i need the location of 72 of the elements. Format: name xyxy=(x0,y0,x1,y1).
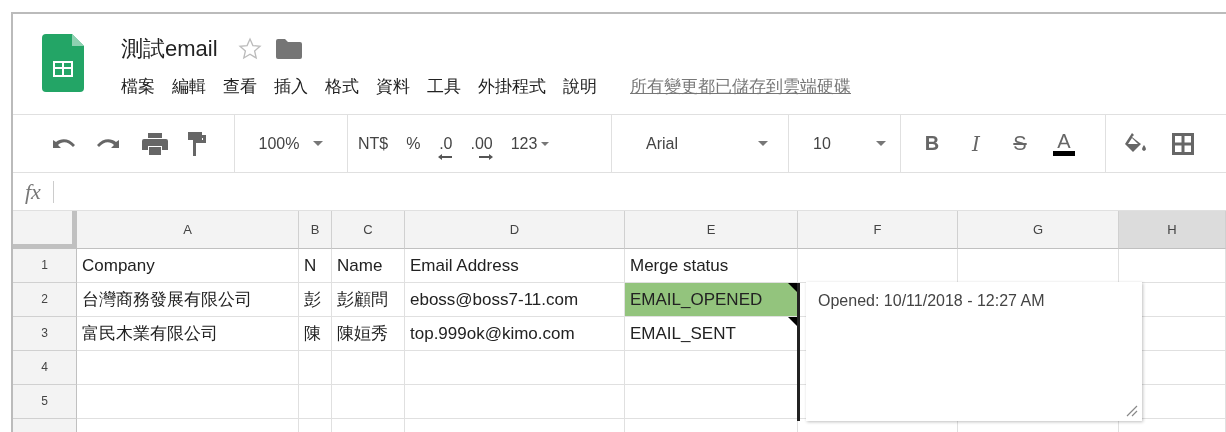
borders-icon[interactable] xyxy=(1172,132,1194,155)
number-format-button[interactable]: .00 xyxy=(470,127,493,160)
menu-item[interactable]: 外掛程式 xyxy=(478,75,546,98)
table-cell[interactable]: Name xyxy=(332,249,405,283)
document-title[interactable]: 測試email xyxy=(121,34,218,64)
table-cell[interactable]: 陳姮秀 xyxy=(332,317,405,351)
undo-icon[interactable] xyxy=(50,136,76,151)
select-all-corner[interactable] xyxy=(13,211,77,249)
column-header[interactable]: E xyxy=(625,211,798,249)
row-header[interactable]: 5 xyxy=(13,385,77,419)
column-header[interactable]: C xyxy=(332,211,405,249)
menu-item[interactable]: 說明 xyxy=(563,75,597,98)
table-cell[interactable] xyxy=(77,351,299,385)
menu-item[interactable]: 檔案 xyxy=(121,75,155,98)
formula-label: fx xyxy=(24,178,42,205)
table-cell[interactable] xyxy=(405,385,625,419)
table-cell[interactable]: 台灣商務發展有限公司 xyxy=(77,283,299,317)
text-style-button[interactable]: I xyxy=(965,131,987,156)
table-cell[interactable]: Email Address xyxy=(405,249,625,283)
number-format-button[interactable]: .0 xyxy=(438,127,453,160)
number-format-button[interactable]: NT$ xyxy=(358,134,389,153)
fill-bucket-icon[interactable] xyxy=(1124,132,1148,155)
zoom-dropdown[interactable]: 100% xyxy=(258,134,324,153)
table-cell[interactable]: Company xyxy=(77,249,299,283)
menu-item[interactable]: 查看 xyxy=(223,75,257,98)
redo-icon[interactable] xyxy=(96,136,122,151)
text-style-button[interactable]: S xyxy=(1009,132,1031,155)
menu-item[interactable]: 格式 xyxy=(325,75,359,98)
table-cell[interactable] xyxy=(332,385,405,419)
row-header[interactable]: 3 xyxy=(13,317,77,351)
column-header[interactable]: H xyxy=(1119,211,1226,249)
table-cell[interactable]: 陳 xyxy=(299,317,332,351)
table-cell[interactable] xyxy=(299,351,332,385)
right-arrow-icon xyxy=(478,154,493,160)
row-header[interactable]: 1 xyxy=(13,249,77,283)
menu-item[interactable]: 資料 xyxy=(376,75,410,98)
row-header[interactable]: 2 xyxy=(13,283,77,317)
menu-item[interactable]: 工具 xyxy=(427,75,461,98)
sheets-logo-icon[interactable] xyxy=(42,34,84,92)
table-cell[interactable] xyxy=(77,385,299,419)
folder-icon[interactable] xyxy=(275,39,302,59)
menu-item[interactable]: 編輯 xyxy=(172,75,206,98)
table-cell[interactable]: 富民木業有限公司 xyxy=(77,317,299,351)
table-cell[interactable]: 彭 xyxy=(299,283,332,317)
table-cell[interactable] xyxy=(405,351,625,385)
number-format-button[interactable]: % xyxy=(406,134,421,153)
number-format-button[interactable]: 123 xyxy=(510,134,550,153)
resize-handle-icon[interactable] xyxy=(1126,405,1138,417)
print-icon[interactable] xyxy=(142,132,168,155)
table-cell[interactable] xyxy=(332,351,405,385)
note-text: Opened: 10/11/2018 - 12:27 AM xyxy=(818,292,1045,309)
table-cell[interactable]: top.999ok@kimo.com xyxy=(405,317,625,351)
save-status-link[interactable]: 所有變更都已儲存到雲端硬碟 xyxy=(630,75,851,98)
column-header[interactable]: B xyxy=(299,211,332,249)
table-cell[interactable]: 彭顧問 xyxy=(332,283,405,317)
text-style-button[interactable]: A xyxy=(1053,131,1075,156)
text-style-button[interactable]: B xyxy=(921,132,943,155)
menu-item[interactable]: 插入 xyxy=(274,75,308,98)
star-icon[interactable] xyxy=(237,37,262,61)
left-arrow-icon xyxy=(438,154,453,160)
column-header[interactable]: G xyxy=(958,211,1119,249)
table-cell[interactable]: N xyxy=(299,249,332,283)
column-header[interactable]: F xyxy=(798,211,958,249)
font-dropdown[interactable]: Arial xyxy=(612,134,788,153)
note-popup[interactable]: Opened: 10/11/2018 - 12:27 AM xyxy=(806,282,1142,421)
column-header[interactable]: A xyxy=(77,211,299,249)
table-cell[interactable]: EMAIL_OPENED xyxy=(625,283,798,317)
paint-format-icon[interactable] xyxy=(188,131,206,156)
column-header[interactable]: D xyxy=(405,211,625,249)
row-header[interactable]: 4 xyxy=(13,351,77,385)
font-size-dropdown[interactable]: 10 xyxy=(789,134,900,153)
table-cell[interactable] xyxy=(299,385,332,419)
